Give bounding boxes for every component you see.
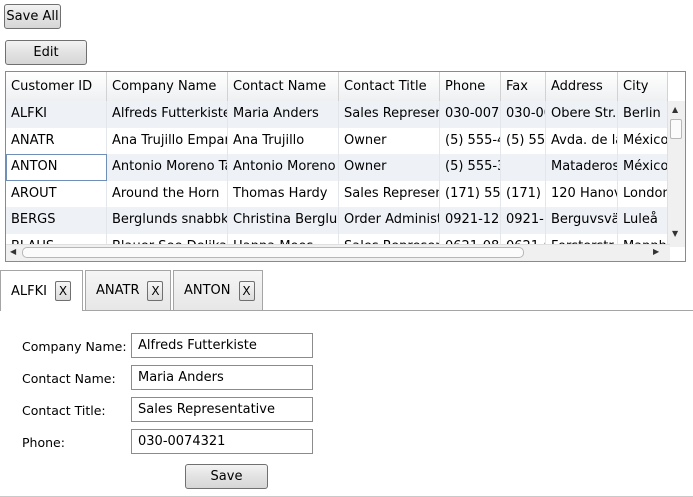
table-cell[interactable]: 120 Hanover Sq. <box>546 180 618 207</box>
table-cell[interactable]: Sales Representative <box>339 101 440 128</box>
arrow-left-icon[interactable]: ◀ <box>10 248 16 256</box>
table-row[interactable]: ANATRAna Trujillo Emparedados y heladosA… <box>6 127 668 154</box>
edit-button[interactable]: Edit <box>5 40 87 65</box>
column-header[interactable]: City <box>618 72 668 101</box>
contact-title-field[interactable] <box>131 397 313 422</box>
tab-alfki[interactable]: ALFKI X <box>0 270 83 311</box>
table-cell[interactable]: Alfreds Futterkiste <box>107 101 228 128</box>
close-tab-button[interactable]: X <box>238 280 255 301</box>
tab-label: ALFKI <box>11 283 47 299</box>
table-cell[interactable]: 030-0076545 <box>501 101 546 128</box>
table-cell[interactable]: Avda. de la Constitución 2222 <box>546 127 618 154</box>
arrow-up-icon[interactable]: ▲ <box>672 106 678 114</box>
table-cell[interactable]: Berguvsvägen 8 <box>546 207 618 234</box>
tab-label: ANTON <box>184 283 231 298</box>
table-cell[interactable]: Thomas Hardy <box>228 180 339 207</box>
table-cell[interactable]: Order Administrator <box>339 207 440 234</box>
tab-anatr[interactable]: ANATR X <box>85 270 171 310</box>
customer-detail-panel: Company Name: Contact Name: Contact Titl… <box>0 311 693 497</box>
company-name-label: Company Name: <box>22 339 127 354</box>
table-cell[interactable]: Owner <box>339 127 440 154</box>
table-cell[interactable]: Owner <box>339 154 440 181</box>
grid-header: Customer ID Company Name Contact Name Conta… <box>6 72 668 102</box>
table-cell[interactable]: Berlin <box>618 101 668 128</box>
table-cell[interactable]: 0921-12 34 65 <box>440 207 501 234</box>
table-cell[interactable]: Antonio Moreno <box>228 154 339 181</box>
table-cell[interactable]: Ana Trujillo <box>228 127 339 154</box>
column-header[interactable]: Customer ID <box>6 72 107 101</box>
contact-name-label: Contact Name: <box>22 371 116 386</box>
close-tab-button[interactable]: X <box>147 280 164 301</box>
column-header[interactable]: Contact Title <box>339 72 440 101</box>
table-row[interactable]: BERGSBerglunds snabbköpChristina Berglun… <box>6 207 668 234</box>
table-cell[interactable]: México D.F. <box>618 127 668 154</box>
table-cell[interactable]: Antonio Moreno Taquería <box>107 154 228 181</box>
table-cell[interactable]: Maria Anders <box>228 101 339 128</box>
vertical-scrollbar[interactable]: ▲ ▼ <box>667 101 685 247</box>
table-cell[interactable]: Obere Str. 57 <box>546 101 618 128</box>
grid-rows: ALFKI Alfreds Futterkiste Maria Anders Sale… <box>6 101 668 260</box>
table-cell[interactable]: (171) 555-7788 <box>440 180 501 207</box>
table-cell[interactable]: Sales Representative <box>339 180 440 207</box>
table-cell[interactable]: (5) 555-3745 <box>501 127 546 154</box>
arrow-down-icon[interactable]: ▼ <box>672 230 678 238</box>
table-cell[interactable]: Berglunds snabbköp <box>107 207 228 234</box>
table-cell[interactable]: ANATR <box>6 127 107 154</box>
customers-grid[interactable]: Customer ID Company Name Contact Name Conta… <box>5 71 686 262</box>
tab-anton[interactable]: ANTON X <box>173 270 263 310</box>
table-cell[interactable]: Mataderos 2312 <box>546 154 618 181</box>
table-cell[interactable]: (5) 555-4729 <box>440 127 501 154</box>
table-cell[interactable] <box>501 154 546 181</box>
table-cell[interactable]: Christina Berglund <box>228 207 339 234</box>
table-cell[interactable]: ANTON <box>6 154 107 181</box>
vertical-scroll-thumb[interactable] <box>670 119 682 139</box>
save-all-button[interactable]: Save All <box>4 4 61 29</box>
table-cell[interactable]: (5) 555-3932 <box>440 154 501 181</box>
table-cell[interactable]: ALFKI <box>6 101 107 128</box>
table-cell[interactable]: México D.F. <box>618 154 668 181</box>
tab-strip: ALFKI X ANATR X ANTON X <box>0 270 693 311</box>
table-cell[interactable]: London <box>618 180 668 207</box>
column-header[interactable]: Address <box>546 72 618 101</box>
company-name-field[interactable] <box>131 333 313 358</box>
tab-label: ANATR <box>96 283 140 298</box>
contact-name-field[interactable] <box>131 365 313 390</box>
table-cell[interactable]: 0921-12 34 67 <box>501 207 546 234</box>
table-cell[interactable]: (171) 555-6750 <box>501 180 546 207</box>
close-tab-button[interactable]: X <box>54 281 71 301</box>
phone-field[interactable] <box>131 429 313 454</box>
table-cell[interactable]: 030-0074321 <box>440 101 501 128</box>
table-cell[interactable]: Luleå <box>618 207 668 234</box>
phone-label: Phone: <box>22 435 65 450</box>
table-row[interactable]: ALFKI Alfreds Futterkiste Maria Anders Sale… <box>6 101 668 128</box>
table-cell[interactable]: Ana Trujillo Emparedados y helados <box>107 127 228 154</box>
contact-title-label: Contact Title: <box>22 403 106 418</box>
column-header[interactable]: Phone <box>440 72 501 101</box>
table-row[interactable]: AROUT Around the Horn Thomas Hardy Sales Re… <box>6 180 668 207</box>
column-header[interactable]: Company Name <box>107 72 228 101</box>
table-cell[interactable]: Around the Horn <box>107 180 228 207</box>
save-button[interactable]: Save <box>185 464 268 489</box>
column-header[interactable]: Contact Name <box>228 72 339 101</box>
table-cell[interactable]: BERGS <box>6 207 107 234</box>
horizontal-scrollbar[interactable]: ◀ ▶ <box>6 244 670 261</box>
horizontal-scroll-thumb[interactable] <box>22 247 524 258</box>
column-header[interactable]: Fax <box>501 72 546 101</box>
table-row[interactable]: ANTONAntonio Moreno TaqueríaAntonio More… <box>6 154 668 181</box>
table-cell[interactable]: AROUT <box>6 180 107 207</box>
arrow-right-icon[interactable]: ▶ <box>653 248 659 256</box>
